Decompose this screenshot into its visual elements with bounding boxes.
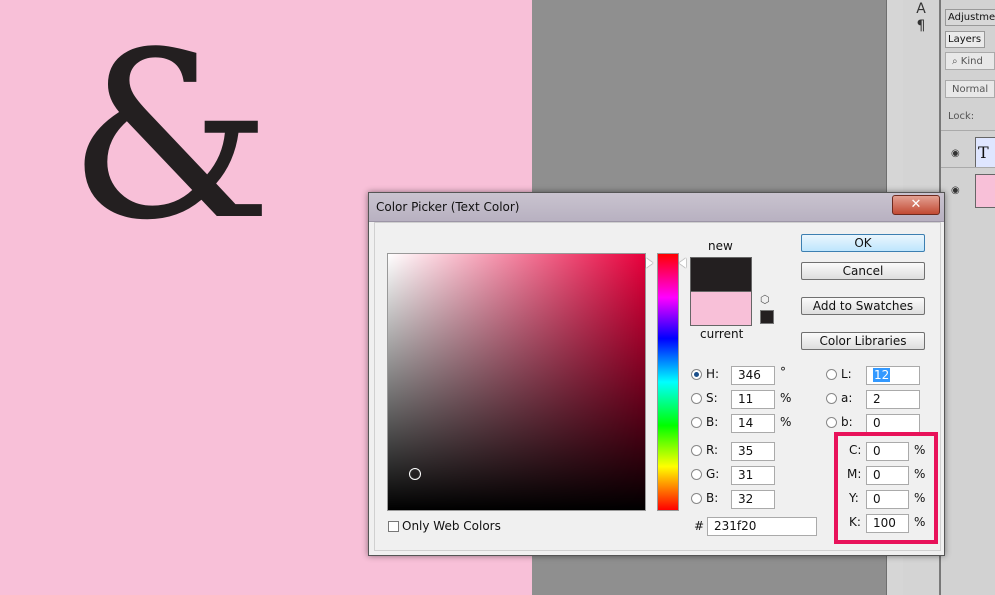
visibility-eye-icon[interactable]: ◉ (951, 186, 965, 196)
tab-layers[interactable]: Layers (945, 31, 985, 48)
ampersand-glyph: & (68, 4, 273, 271)
unit-percent: % (914, 443, 926, 457)
blend-mode-select[interactable]: Normal (945, 80, 995, 98)
label-h: H: (706, 367, 720, 381)
brightness-input[interactable]: 14 (731, 414, 775, 433)
unit-percent: % (914, 467, 926, 481)
yellow-input[interactable]: 0 (866, 490, 909, 509)
unit-degree: ° (780, 365, 786, 379)
green-input[interactable]: 31 (731, 466, 775, 485)
current-color-swatch[interactable] (690, 291, 752, 326)
dialog-titlebar[interactable]: Color Picker (Text Color) ✕ (369, 193, 944, 222)
hue-slider-left-arrow-icon[interactable] (646, 258, 653, 268)
label-lab-b: b: (841, 415, 853, 429)
color-libraries-button[interactable]: Color Libraries (801, 332, 925, 350)
unit-percent: % (780, 391, 792, 405)
saturation-input[interactable]: 11 (731, 390, 775, 409)
radio-hue[interactable] (691, 369, 702, 380)
saturation-brightness-field[interactable] (387, 253, 646, 511)
color-cursor[interactable] (409, 468, 421, 480)
lab-a-input[interactable]: 2 (866, 390, 920, 409)
add-to-swatches-button[interactable]: Add to Swatches (801, 297, 925, 315)
label-r: R: (706, 443, 719, 457)
close-button[interactable]: ✕ (892, 195, 940, 215)
new-label: new (708, 239, 733, 253)
radio-lab-b[interactable] (826, 417, 837, 428)
cancel-button[interactable]: Cancel (801, 262, 925, 280)
black-input[interactable]: 100 (866, 514, 909, 533)
radio-brightness[interactable] (691, 417, 702, 428)
web-safe-swatch-icon[interactable] (760, 310, 774, 324)
layer-thumb-pink (975, 174, 995, 208)
label-a: a: (841, 391, 853, 405)
close-icon: ✕ (910, 197, 922, 212)
lab-l-value: 12 (873, 368, 891, 382)
layer-thumb-text: T (975, 137, 995, 171)
label-s: S: (706, 391, 718, 405)
label-m: M: (847, 467, 862, 481)
radio-lightness[interactable] (826, 369, 837, 380)
radio-green[interactable] (691, 469, 702, 480)
only-web-colors-label: Only Web Colors (402, 519, 501, 533)
magenta-input[interactable]: 0 (866, 466, 909, 485)
visibility-eye-icon[interactable]: ◉ (951, 149, 965, 159)
type-tool-icon[interactable]: A (912, 0, 930, 18)
layer-row-background[interactable]: ◉ (941, 167, 995, 216)
blue-input[interactable]: 32 (731, 490, 775, 509)
only-web-colors-checkbox[interactable] (388, 521, 399, 532)
dialog-title: Color Picker (Text Color) (376, 200, 520, 214)
hue-slider[interactable] (657, 253, 679, 511)
tab-adjustments[interactable]: Adjustme (945, 9, 995, 26)
hue-slider-right-arrow-icon[interactable] (679, 258, 686, 268)
label-k: K: (849, 515, 861, 529)
label-g: G: (706, 467, 720, 481)
layer-kind-label: Kind (960, 56, 983, 67)
current-label: current (700, 327, 744, 341)
hex-label: # (694, 519, 705, 533)
lock-label: Lock: (948, 111, 975, 122)
hex-input[interactable]: 231f20 (707, 517, 817, 536)
unit-percent: % (914, 491, 926, 505)
lab-l-input[interactable]: 12 (866, 366, 920, 385)
label-c: C: (849, 443, 862, 457)
gamut-cube-icon[interactable]: ⬡ (760, 294, 772, 306)
layer-kind-filter[interactable]: ⌕ Kind (945, 52, 995, 70)
radio-saturation[interactable] (691, 393, 702, 404)
radio-red[interactable] (691, 445, 702, 456)
paragraph-icon[interactable]: ¶ (912, 17, 930, 35)
unit-percent: % (914, 515, 926, 529)
label-blue: B: (706, 491, 719, 505)
hue-input[interactable]: 346 (731, 366, 775, 385)
new-color-swatch (690, 257, 752, 291)
label-l: L: (841, 367, 852, 381)
label-y: Y: (849, 491, 859, 505)
lab-b-input[interactable]: 0 (866, 414, 920, 433)
cyan-input[interactable]: 0 (866, 442, 909, 461)
red-input[interactable]: 35 (731, 442, 775, 461)
radio-blue[interactable] (691, 493, 702, 504)
ok-button[interactable]: OK (801, 234, 925, 252)
radio-lab-a[interactable] (826, 393, 837, 404)
label-b: B: (706, 415, 719, 429)
unit-percent: % (780, 415, 792, 429)
